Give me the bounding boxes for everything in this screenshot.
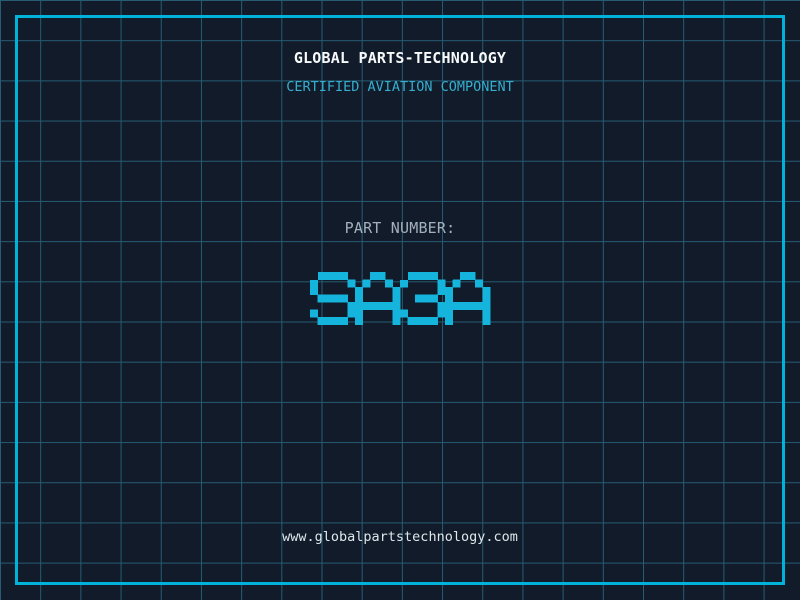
- pixel-char: [310, 272, 318, 280]
- pixel-char: [355, 272, 363, 280]
- certification-tagline: CERTIFIED AVIATION COMPONENT: [286, 79, 514, 95]
- part-number-label: PART NUMBER:: [344, 219, 456, 237]
- pixel-char: [445, 272, 453, 280]
- pixel-char: [400, 272, 408, 280]
- company-name: GLOBAL PARTS-TECHNOLOGY: [293, 49, 507, 67]
- website-url: www.globalpartstechnology.com: [282, 529, 518, 545]
- part-number-display: [310, 272, 490, 325]
- part-label-screen: GLOBAL PARTS-TECHNOLOGY CERTIFIED AVIATI…: [0, 0, 800, 600]
